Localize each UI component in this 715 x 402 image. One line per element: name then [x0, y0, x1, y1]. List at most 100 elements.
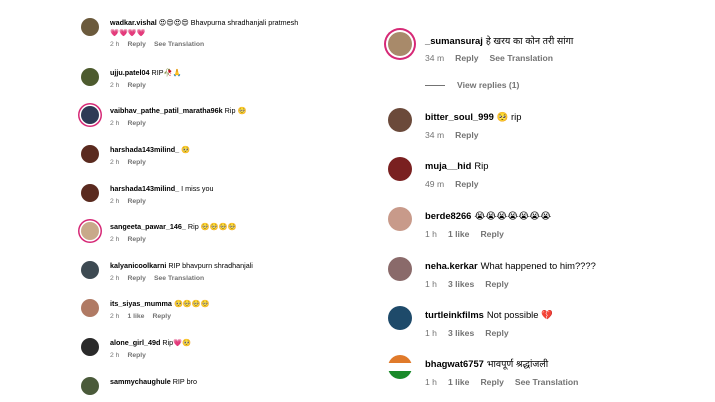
comment-time: 2 h	[110, 159, 120, 166]
avatar[interactable]	[81, 299, 99, 317]
reply-button[interactable]: Reply	[485, 279, 508, 289]
comment-time: 2 h	[110, 236, 120, 243]
like-count[interactable]: 1 like	[448, 377, 470, 387]
comment-username[interactable]: bhagwat6757	[425, 358, 484, 369]
like-count[interactable]: 3 likes	[448, 328, 474, 338]
comment-text: Rip 🥺🥺🥺🥺	[187, 222, 237, 231]
reply-button[interactable]: Reply	[455, 179, 478, 189]
comment-username[interactable]: alone_girl_49d	[110, 338, 160, 347]
comment-time: 2 h	[110, 82, 120, 89]
view-replies-label: View replies (1)	[457, 80, 520, 90]
comment-time: 2 h	[110, 41, 120, 48]
like-count[interactable]: 3 likes	[448, 279, 474, 289]
divider	[425, 85, 445, 87]
avatar[interactable]	[81, 377, 99, 395]
reply-button[interactable]: Reply	[127, 236, 146, 243]
comment-time: 34 m	[425, 53, 445, 63]
avatar[interactable]	[388, 157, 412, 181]
comment-text: भावपूर्ण श्रद्धांजली	[486, 358, 549, 369]
comment-username[interactable]: vaibhav_pathe_patil_maratha96k	[110, 106, 223, 115]
comment-username[interactable]: neha.kerkar	[425, 260, 478, 271]
avatar[interactable]	[388, 207, 412, 231]
comment-item: its_siyas_mumma 🥺🥺🥺🥺 2 h 1 like Reply	[81, 299, 390, 335]
comment-time: 1 h	[425, 328, 437, 338]
avatar[interactable]	[388, 257, 412, 281]
comment-username[interactable]: ujju.patel04	[110, 68, 150, 77]
reply-button[interactable]: Reply	[455, 53, 478, 63]
see-translation-button[interactable]: See Translation	[154, 41, 204, 48]
comment-item: sammychaughule RIP bro	[81, 377, 390, 402]
like-count[interactable]: 1 like	[127, 313, 144, 320]
comment-username[interactable]: harshada143milind_	[110, 145, 179, 154]
comment-text: 🥺	[181, 145, 191, 154]
comment-text: Rip	[474, 160, 489, 171]
comment-time: 1 h	[425, 377, 437, 387]
comment-text: Not possible 💔	[486, 309, 553, 320]
comment-username[interactable]: muja__hid	[425, 160, 471, 171]
view-replies-button[interactable]: View replies (1)	[425, 80, 519, 90]
left-comment-list: wadkar.vishal 😍😍😍😍 Bhavpurna shradhanjali…	[0, 0, 390, 402]
comment-text: 🥺🥺🥺🥺	[173, 299, 210, 308]
comment-time: 49 m	[425, 179, 445, 189]
see-translation-button[interactable]: See Translation	[154, 275, 204, 282]
comment-username[interactable]: wadkar.vishal	[110, 18, 157, 27]
see-translation-button[interactable]: See Translation	[490, 53, 554, 63]
avatar[interactable]	[81, 222, 99, 240]
comment-text: हे खरय का कोन तरी सांगा	[485, 35, 574, 46]
reply-button[interactable]: Reply	[127, 159, 146, 166]
reply-button[interactable]: Reply	[127, 120, 146, 127]
reply-button[interactable]: Reply	[455, 130, 478, 140]
comment-time: 1 h	[425, 279, 437, 289]
comment-text: What happened to him????	[480, 260, 596, 271]
reply-button[interactable]: Reply	[127, 82, 146, 89]
comment-time: 34 m	[425, 130, 445, 140]
comment-username[interactable]: sangeeta_pawar_146_	[110, 222, 186, 231]
comment-username[interactable]: turtleinkfilms	[425, 309, 484, 320]
reply-button[interactable]: Reply	[127, 352, 146, 359]
comment-text: Rip💗🥺	[162, 338, 192, 347]
avatar[interactable]	[81, 261, 99, 279]
reply-button[interactable]: Reply	[480, 377, 503, 387]
avatar[interactable]	[81, 145, 99, 163]
avatar[interactable]	[388, 355, 412, 379]
comment-username[interactable]: its_siyas_mumma	[110, 299, 172, 308]
comment-username[interactable]: sammychaughule	[110, 377, 171, 386]
comment-text: RIP bhavpurn shradhanjali	[168, 261, 253, 270]
see-translation-button[interactable]: See Translation	[515, 377, 579, 387]
comment-text: RIP🥀🙏	[151, 68, 182, 77]
comment-time: 2 h	[110, 275, 120, 282]
avatar[interactable]	[81, 68, 99, 86]
avatar[interactable]	[388, 306, 412, 330]
comment-text: 😭😭😭😭😭😭😭	[474, 210, 552, 221]
avatar[interactable]	[81, 18, 99, 36]
comment-time: 1 h	[425, 229, 437, 239]
like-count[interactable]: 1 like	[448, 229, 470, 239]
comment-username[interactable]: harshada143milind_	[110, 184, 179, 193]
avatar[interactable]	[81, 338, 99, 356]
comment-username[interactable]: bitter_soul_999	[425, 111, 494, 122]
comment-time: 2 h	[110, 120, 120, 127]
comment-time: 2 h	[110, 313, 120, 320]
comment-username[interactable]: _sumansuraj	[425, 35, 483, 46]
avatar[interactable]	[388, 32, 412, 56]
comment-text-line2: 💗💗💗💗	[110, 28, 146, 37]
comment-item: vaibhav_pathe_patil_maratha96k Rip 🥺 2 h R…	[81, 106, 390, 142]
comment-username[interactable]: berde8266	[425, 210, 471, 221]
reply-button[interactable]: Reply	[127, 275, 146, 282]
comment-item: harshada143milind_ I miss you 2 h Reply	[81, 184, 390, 220]
avatar[interactable]	[81, 184, 99, 202]
reply-button[interactable]: Reply	[127, 198, 146, 205]
comment-username[interactable]: kalyanicoolkarni	[110, 261, 166, 270]
comment-item: alone_girl_49d Rip💗🥺 2 h Reply	[81, 338, 390, 374]
comment-time: 2 h	[110, 352, 120, 359]
comment-item: sangeeta_pawar_146_ Rip 🥺🥺🥺🥺 2 h Reply	[81, 222, 390, 258]
comment-text: RIP bro	[172, 377, 197, 386]
comment-item: kalyanicoolkarni RIP bhavpurn shradhanjal…	[81, 261, 390, 297]
avatar[interactable]	[388, 108, 412, 132]
reply-button[interactable]: Reply	[480, 229, 503, 239]
avatar[interactable]	[81, 106, 99, 124]
reply-button[interactable]: Reply	[127, 41, 146, 48]
reply-button[interactable]: Reply	[485, 328, 508, 338]
reply-button[interactable]: Reply	[152, 313, 171, 320]
comment-text: Rip 🥺	[224, 106, 247, 115]
